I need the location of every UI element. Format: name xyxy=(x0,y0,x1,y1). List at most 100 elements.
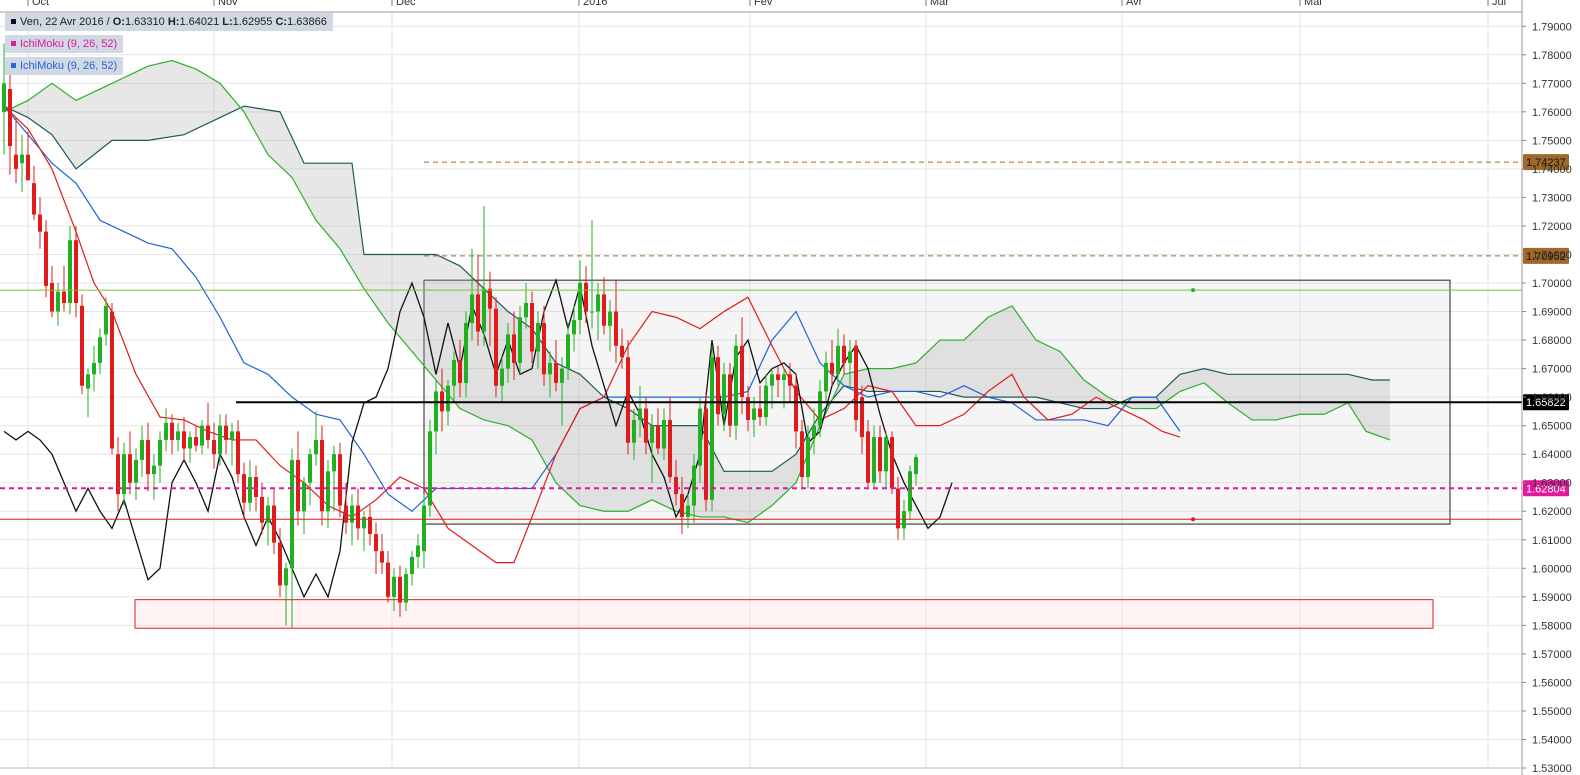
candle-up xyxy=(230,431,234,440)
candle-down xyxy=(224,425,228,440)
candle-up xyxy=(470,294,474,323)
candle-up xyxy=(104,305,108,335)
indicator-legend-1[interactable]: IchiMoku (9, 26, 52) xyxy=(5,35,124,53)
open-label: O: xyxy=(112,16,125,28)
candle-up xyxy=(692,465,696,506)
candle-down xyxy=(50,283,54,312)
ohlc-date: Ven, 22 Avr 2016 / xyxy=(20,16,110,28)
candle-up xyxy=(818,391,822,426)
candle-down xyxy=(398,576,402,603)
candle-down xyxy=(746,397,750,420)
candle-up xyxy=(482,288,486,332)
ohlc-legend: Ven, 22 Avr 2016 / O:1.63310 H:1.64021 L… xyxy=(5,13,333,31)
candle-up xyxy=(56,291,60,312)
candle-down xyxy=(8,89,12,147)
x-tick-label: Avr xyxy=(1126,0,1143,8)
candle-down xyxy=(776,374,780,381)
high-value: 1.64021 xyxy=(179,16,220,28)
candle-up xyxy=(200,425,204,446)
candle-down xyxy=(320,439,324,512)
y-tick-label: 1.62000 xyxy=(1532,506,1572,518)
candle-down xyxy=(554,362,558,383)
x-tick-label: Mar xyxy=(930,0,949,8)
candle-down xyxy=(194,437,198,446)
candle-down xyxy=(494,308,498,386)
candle-down xyxy=(206,425,210,440)
candle-up xyxy=(500,368,504,386)
y-tick-label: 1.73000 xyxy=(1532,192,1572,204)
candle-up xyxy=(122,454,126,495)
y-tick-label: 1.66000 xyxy=(1532,392,1572,404)
candle-up xyxy=(134,459,138,483)
indicator-legend-2[interactable]: IchiMoku (9, 26, 52) xyxy=(5,57,124,75)
candle-down xyxy=(830,362,834,375)
candle-down xyxy=(458,360,462,383)
candle-up xyxy=(908,471,912,512)
candle-up xyxy=(428,431,432,506)
indicator-label: IchiMoku (9, 26, 52) xyxy=(20,38,118,50)
candle-up xyxy=(632,419,636,443)
candle-up xyxy=(410,556,414,575)
candle-up xyxy=(914,457,918,475)
y-tick-label: 1.53000 xyxy=(1532,763,1572,775)
candle-up xyxy=(68,240,72,303)
candle-down xyxy=(716,357,720,415)
candle-down xyxy=(26,154,30,181)
candle-up xyxy=(350,505,354,523)
candle-up xyxy=(308,454,312,483)
green-dot xyxy=(1191,288,1195,293)
y-tick-label: 1.77000 xyxy=(1532,78,1572,90)
candle-down xyxy=(878,437,882,472)
candle-up xyxy=(416,545,420,557)
candle-up xyxy=(578,283,582,321)
candle-up xyxy=(266,505,270,523)
candle-down xyxy=(38,214,42,232)
candle-up xyxy=(506,334,510,369)
x-tick-label: Oct xyxy=(32,0,49,8)
candle-down xyxy=(758,408,762,418)
candle-down xyxy=(62,291,66,303)
candle-up xyxy=(314,439,318,455)
candle-down xyxy=(236,431,240,475)
square-icon xyxy=(11,40,16,46)
candle-up xyxy=(836,345,840,375)
candle-up xyxy=(650,425,654,443)
y-axis[interactable]: 1.53000 1.54000 1.55000 1.56000 1.57000 1.580… xyxy=(1521,0,1572,775)
candle-up xyxy=(884,437,888,472)
candle-up xyxy=(710,357,714,500)
candle-up xyxy=(536,322,540,352)
candle-up xyxy=(302,482,306,512)
x-tick-label: Nov xyxy=(218,0,238,8)
x-tick-label: Dec xyxy=(396,0,416,8)
candle-down xyxy=(80,305,84,386)
y-tick-label: 1.75000 xyxy=(1532,135,1572,147)
candle-down xyxy=(182,431,186,449)
candle-up xyxy=(902,511,906,529)
candle-down xyxy=(644,408,648,443)
y-tick-label: 1.59000 xyxy=(1532,592,1572,604)
candle-down xyxy=(272,505,276,543)
y-tick-label: 1.58000 xyxy=(1532,620,1572,632)
candle-up xyxy=(422,505,426,552)
support-zone xyxy=(134,599,1434,629)
square-icon xyxy=(11,18,16,24)
y-tick-label: 1.70000 xyxy=(1532,278,1572,290)
candle-down xyxy=(476,294,480,332)
candle-up xyxy=(548,362,552,375)
candle-down xyxy=(542,322,546,375)
candle-up xyxy=(806,437,810,478)
candle-up xyxy=(284,568,288,586)
candle-down xyxy=(212,439,216,455)
y-tick-label: 1.78000 xyxy=(1532,50,1572,62)
price-chart[interactable]: 1.742371.709521.658221.62804 1.530001.54… xyxy=(0,0,1580,775)
candle-up xyxy=(98,337,102,363)
candle-down xyxy=(866,431,870,483)
candle-up xyxy=(404,574,408,603)
candle-up xyxy=(464,322,468,383)
candle-down xyxy=(530,302,534,352)
candle-up xyxy=(392,576,396,597)
candle-down xyxy=(356,505,360,529)
candle-down xyxy=(254,477,258,497)
candle-down xyxy=(800,431,804,478)
low-label: L: xyxy=(222,16,233,28)
